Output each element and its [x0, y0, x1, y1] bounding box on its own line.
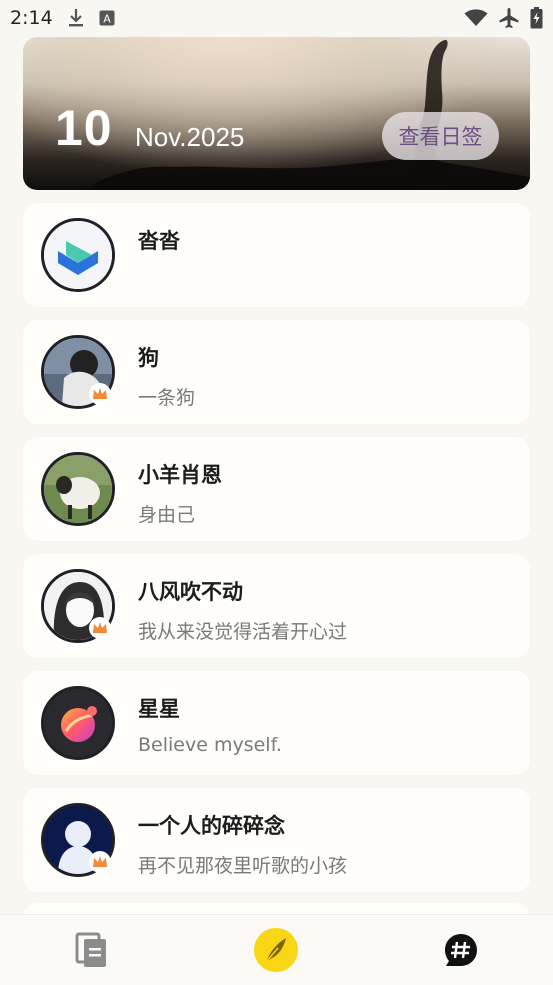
list-item[interactable]: 狗 一条狗	[23, 320, 530, 424]
list-item[interactable]: 小羊肖恩 身由己	[23, 437, 530, 541]
item-subtitle: 我从来没觉得活着开心过	[138, 621, 348, 643]
banner-month-year: Nov.2025	[135, 122, 245, 152]
item-name: 小羊肖恩	[138, 463, 222, 487]
status-time: 2:14	[10, 7, 53, 29]
bottom-nav	[0, 914, 553, 985]
status-bar: 2:14 A	[0, 0, 553, 36]
item-subtitle: 一条狗	[138, 387, 196, 409]
list-item[interactable]: 一个人的碎碎念 再不见那夜里听歌的小孩	[23, 788, 530, 892]
list-item[interactable]: 沓沓	[23, 203, 530, 307]
wifi-icon	[464, 9, 488, 27]
battery-charging-icon	[530, 7, 543, 29]
banner-day: 10	[55, 100, 113, 156]
item-name: 狗	[138, 346, 159, 370]
avatar[interactable]	[41, 686, 115, 760]
item-subtitle: 再不见那夜里听歌的小孩	[138, 855, 348, 877]
keyboard-a-icon: A	[99, 10, 115, 26]
item-name: 八风吹不动	[138, 580, 243, 604]
svg-text:A: A	[103, 13, 111, 26]
item-name: 一个人的碎碎念	[138, 814, 285, 838]
item-name: 沓沓	[138, 229, 180, 253]
feather-icon	[254, 928, 299, 972]
view-daily-sign-button[interactable]: 查看日签	[382, 112, 499, 160]
write-tab[interactable]	[246, 920, 306, 980]
topics-tab[interactable]	[431, 920, 491, 980]
airplane-icon	[498, 7, 520, 29]
crown-icon	[89, 617, 111, 639]
item-subtitle: Believe myself.	[138, 734, 282, 756]
notes-icon	[75, 932, 107, 967]
user-list: 沓沓 狗 一条狗 小羊肖恩 身由己 八风吹不动 我从来没觉得活着开心过 星星 B…	[23, 203, 530, 905]
item-name: 星星	[138, 697, 180, 721]
logo-avatar-icon	[44, 221, 112, 289]
hashtag-chat-icon	[444, 934, 477, 966]
item-subtitle: 身由己	[138, 504, 196, 526]
planet-avatar-icon	[44, 689, 112, 757]
list-item[interactable]: 八风吹不动 我从来没觉得活着开心过	[23, 554, 530, 658]
notes-tab[interactable]	[62, 920, 122, 980]
download-icon	[67, 8, 85, 28]
crown-icon	[89, 383, 111, 405]
avatar[interactable]	[41, 218, 115, 292]
sheep-avatar-icon	[44, 455, 112, 523]
daily-banner[interactable]: 10 Nov.2025 查看日签	[23, 37, 530, 190]
avatar[interactable]	[41, 452, 115, 526]
list-item[interactable]: 星星 Believe myself.	[23, 671, 530, 775]
crown-icon	[89, 851, 111, 873]
